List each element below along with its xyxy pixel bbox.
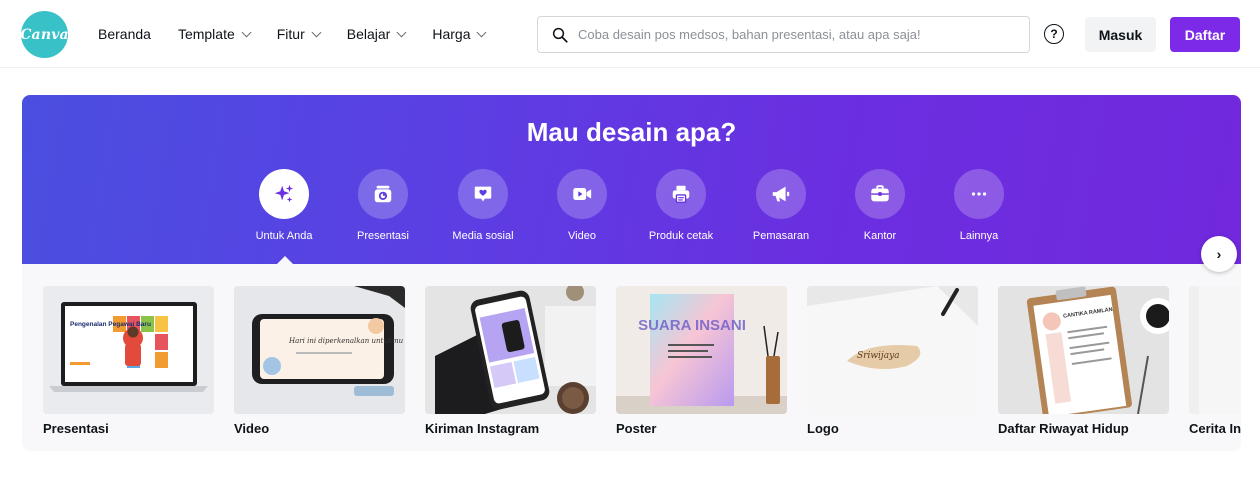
- search-bar[interactable]: [537, 16, 1030, 53]
- category-produk-cetak[interactable]: Produk cetak: [636, 169, 726, 242]
- video-camera-icon: [573, 188, 592, 200]
- chevron-down-icon: [477, 27, 487, 37]
- template-thumbnail[interactable]: Sriwijaya: [807, 286, 978, 414]
- hero-banner: Mau desain apa? Untuk Anda Presentasi Me…: [22, 95, 1241, 265]
- instagram-phone-image: [425, 286, 596, 414]
- category-circle: [259, 169, 309, 219]
- template-label: Video: [234, 421, 270, 436]
- category-label: Lainnya: [959, 230, 999, 242]
- category-presentasi[interactable]: Presentasi: [338, 169, 428, 242]
- thumb-text: SUARA INSANI: [638, 317, 746, 334]
- template-card-kiriman-instagram[interactable]: Kiriman Instagram: [425, 286, 596, 436]
- poster-image: SUARA INSANI: [616, 286, 787, 414]
- template-thumbnail[interactable]: [1189, 286, 1241, 414]
- template-card-cerita-instagram[interactable]: Cerita In: [1189, 286, 1241, 436]
- nav-label: Harga: [432, 26, 471, 42]
- template-thumbnail[interactable]: CANTIKA RAMLAN: [998, 286, 1169, 414]
- category-label: Untuk Anda: [255, 230, 313, 242]
- template-label: Kiriman Instagram: [425, 421, 540, 436]
- chevron-down-icon: [396, 27, 407, 37]
- thumb-text: Sriwijaya: [857, 351, 900, 361]
- chevron-right-icon: ›: [1216, 246, 1222, 262]
- canva-logo[interactable]: Canva: [20, 11, 69, 58]
- carousel-next-button[interactable]: ›: [1201, 236, 1237, 272]
- category-circle: [954, 169, 1004, 219]
- active-category-pointer: [276, 256, 294, 265]
- printer-icon: [672, 185, 690, 203]
- category-media-sosial[interactable]: Media sosial: [438, 169, 528, 242]
- category-label: Presentasi: [357, 230, 409, 242]
- nav-label: Fitur: [276, 26, 305, 42]
- more-icon: [971, 192, 987, 196]
- story-image: [1189, 286, 1241, 414]
- template-card-logo[interactable]: Sriwijaya Logo: [807, 286, 978, 436]
- heart-chat-icon: [474, 186, 492, 202]
- category-label: Media sosial: [452, 230, 514, 242]
- category-circle: [458, 169, 508, 219]
- search-input[interactable]: [578, 27, 1018, 42]
- template-card-video[interactable]: Hari ini diperkenalkan untukmu Video: [234, 286, 405, 436]
- main-nav: Beranda Template Fitur Belajar Harga: [98, 0, 512, 68]
- category-lainnya[interactable]: Lainnya: [934, 169, 1024, 242]
- chevron-down-icon: [311, 27, 322, 37]
- category-label: Pemasaran: [752, 230, 810, 242]
- signup-button[interactable]: Daftar: [1170, 17, 1240, 52]
- category-untuk-anda[interactable]: Untuk Anda: [239, 169, 329, 242]
- sparkle-icon: [274, 184, 294, 203]
- design-picker-card: Mau desain apa? Untuk Anda Presentasi Me…: [22, 95, 1241, 451]
- login-button[interactable]: Masuk: [1085, 17, 1156, 52]
- nav-item-harga[interactable]: Harga: [432, 26, 487, 42]
- nav-label: Beranda: [98, 26, 151, 42]
- category-kantor[interactable]: Kantor: [835, 169, 925, 242]
- presentation-icon: [374, 185, 392, 203]
- nav-item-fitur[interactable]: Fitur: [276, 26, 322, 42]
- category-circle: [855, 169, 905, 219]
- hero-title: Mau desain apa?: [526, 117, 737, 147]
- template-carousel: Pengenalan Pegawai Baru Presentasi Hari …: [43, 286, 1241, 446]
- category-circle: [358, 169, 408, 219]
- top-navigation: Canva Beranda Template Fitur Belajar Har…: [0, 0, 1260, 68]
- thumb-text: Hari ini diperkenalkan untukmu: [288, 337, 404, 345]
- resume-clipboard-image: CANTIKA RAMLAN: [998, 286, 1169, 414]
- category-circle: [756, 169, 806, 219]
- template-card-presentasi[interactable]: Pengenalan Pegawai Baru Presentasi: [43, 286, 214, 436]
- nav-label: Template: [177, 26, 235, 42]
- category-label: Produk cetak: [648, 230, 714, 242]
- category-circle: [656, 169, 706, 219]
- template-label: Presentasi: [43, 421, 109, 436]
- thumb-text: Pengenalan Pegawai Baru: [70, 321, 151, 328]
- logo-paper-image: Sriwijaya: [807, 286, 978, 414]
- search-icon: [552, 27, 568, 43]
- template-label: Logo: [807, 421, 839, 436]
- template-thumbnail[interactable]: SUARA INSANI: [616, 286, 787, 414]
- nav-item-beranda[interactable]: Beranda: [98, 26, 151, 42]
- template-thumbnail[interactable]: Hari ini diperkenalkan untukmu: [234, 286, 405, 414]
- template-card-poster[interactable]: SUARA INSANI Poster: [616, 286, 787, 436]
- template-label: Poster: [616, 421, 657, 436]
- nav-label: Belajar: [346, 26, 391, 42]
- template-label: Cerita In: [1189, 421, 1241, 436]
- megaphone-icon: [772, 186, 790, 202]
- phone-video-image: Hari ini diperkenalkan untukmu: [234, 286, 405, 414]
- category-label: Kantor: [863, 230, 897, 242]
- briefcase-icon: [871, 185, 889, 202]
- category-pemasaran[interactable]: Pemasaran: [736, 169, 826, 242]
- nav-item-template[interactable]: Template: [177, 26, 252, 42]
- template-card-daftar-riwayat-hidup[interactable]: CANTIKA RAMLAN Daftar Riwayat Hidup: [998, 286, 1169, 436]
- category-video[interactable]: Video: [537, 169, 627, 242]
- chevron-down-icon: [241, 27, 252, 37]
- template-thumbnail[interactable]: [425, 286, 596, 414]
- category-label: Video: [568, 230, 596, 242]
- laptop-presentation-image: Pengenalan Pegawai Baru: [43, 286, 214, 414]
- template-label: Daftar Riwayat Hidup: [998, 421, 1129, 436]
- category-circle: [557, 169, 607, 219]
- template-thumbnail[interactable]: Pengenalan Pegawai Baru: [43, 286, 214, 414]
- nav-item-belajar[interactable]: Belajar: [346, 26, 407, 42]
- help-icon[interactable]: ?: [1044, 24, 1064, 44]
